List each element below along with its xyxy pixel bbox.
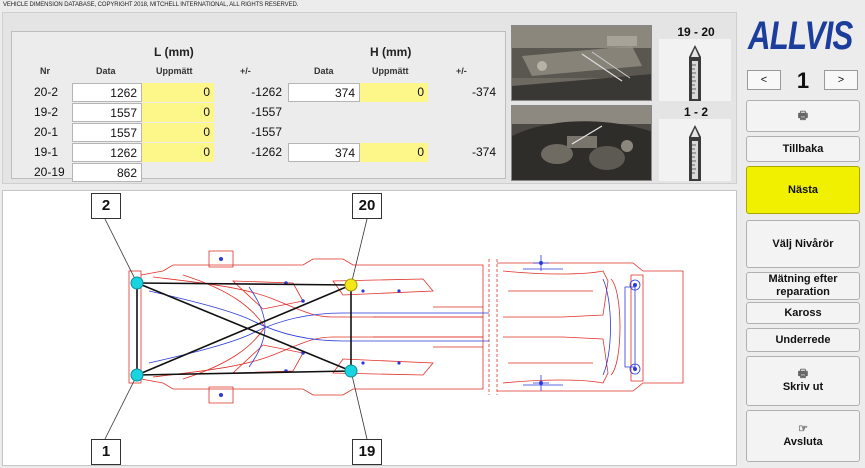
l-data-cell: 1557: [72, 103, 142, 122]
col-header-l-diff: +/-: [240, 66, 251, 76]
l-diff-cell: -1262: [251, 85, 282, 99]
prev-page-button[interactable]: <: [747, 70, 781, 90]
group-header-height: H (mm): [370, 45, 412, 59]
print-preview-button[interactable]: 🖶: [746, 100, 860, 132]
underrede-button[interactable]: Underrede: [746, 328, 860, 352]
l-diff-cell: -1557: [251, 105, 282, 119]
vehicle-photo-top[interactable]: [511, 25, 652, 101]
col-header-l-uppmatt: Uppmätt: [156, 66, 193, 76]
col-header-l-data: Data: [96, 66, 116, 76]
printer-icon: 🖶: [797, 368, 809, 380]
col-header-h-uppmatt: Uppmätt: [372, 66, 409, 76]
vehicle-photo-bottom-image: [512, 106, 651, 180]
h-diff-cell: -374: [471, 85, 496, 99]
l-data-cell: 1262: [72, 83, 142, 102]
avsluta-button[interactable]: ☞ Avsluta: [746, 410, 860, 462]
matning-efter-reparation-button[interactable]: Mätning efter reparation: [746, 272, 860, 300]
l-measured-cell[interactable]: 0: [142, 103, 214, 122]
copyright-text: VEHICLE DIMENSION DATABASE, COPYRIGHT 20…: [3, 2, 299, 8]
valj-nivaror-label: Välj Nivårör: [772, 237, 834, 250]
skriv-ut-label: Skriv ut: [782, 381, 824, 393]
nasta-button[interactable]: Nästa: [746, 166, 860, 214]
h-data-cell: 374: [288, 143, 360, 162]
page-number: 1: [796, 68, 810, 93]
vehicle-frame-diagram: 2 20 1 19: [2, 190, 737, 466]
l-measured-cell[interactable]: 0: [142, 83, 214, 102]
point-1-label[interactable]: 1: [91, 439, 121, 465]
app-window: { "copyright": "VEHICLE DIMENSION DATABA…: [0, 0, 865, 468]
tillbaka-button[interactable]: Tillbaka: [746, 136, 860, 162]
point-2-label[interactable]: 2: [91, 193, 121, 219]
ruler-bottom: [659, 119, 731, 181]
point-20-marker[interactable]: [344, 278, 358, 292]
allvis-logo: ALLVIS: [748, 14, 853, 58]
point-19-label[interactable]: 19: [352, 439, 382, 465]
l-data-cell: 1262: [72, 143, 142, 162]
avsluta-label: Avsluta: [783, 436, 823, 448]
ruler-bottom-graphic: [659, 119, 731, 181]
printer-icon: 🖶: [797, 109, 809, 122]
point-20-label[interactable]: 20: [352, 193, 382, 219]
matning-label: Mätning efter reparation: [768, 273, 838, 298]
h-measured-cell[interactable]: 0: [360, 143, 428, 162]
group-header-length: L (mm): [154, 45, 194, 59]
measurement-table: L (mm) H (mm) Nr Data Uppmätt +/- Data U…: [11, 31, 506, 182]
h-data-cell: 374: [288, 83, 360, 102]
col-header-h-diff: +/-: [456, 66, 467, 76]
col-header-nr: Nr: [40, 66, 51, 76]
point-1-marker[interactable]: [130, 368, 144, 382]
point-2-marker[interactable]: [130, 276, 144, 290]
ruler-top: [659, 39, 731, 101]
l-data-cell: 862: [72, 163, 142, 182]
skriv-ut-button[interactable]: 🖶 Skriv ut: [746, 356, 860, 406]
h-measured-cell[interactable]: 0: [360, 83, 428, 102]
ruler-top-graphic: [659, 39, 731, 101]
measurement-panel: L (mm) H (mm) Nr Data Uppmätt +/- Data U…: [2, 12, 737, 184]
vehicle-photo-top-image: [512, 26, 651, 100]
point-19-marker[interactable]: [344, 364, 358, 378]
frame-drawing: [104, 218, 684, 440]
valj-nivaror-button[interactable]: Välj Nivårör: [746, 220, 860, 268]
h-diff-cell: -374: [471, 145, 496, 159]
l-diff-cell: -1262: [251, 145, 282, 159]
ruler-bottom-label: 1 - 2: [683, 105, 708, 119]
tillbaka-label: Tillbaka: [782, 142, 824, 155]
l-diff-cell: -1557: [251, 125, 282, 139]
col-header-h-data: Data: [314, 66, 334, 76]
l-measured-cell[interactable]: 0: [142, 123, 214, 142]
vehicle-photo-bottom[interactable]: [511, 105, 652, 181]
next-page-button[interactable]: >: [824, 70, 858, 90]
underrede-label: Underrede: [775, 333, 831, 346]
kaross-button[interactable]: Kaross: [746, 302, 860, 324]
l-data-cell: 1557: [72, 123, 142, 142]
kaross-label: Kaross: [784, 306, 822, 319]
l-measured-cell[interactable]: 0: [142, 143, 214, 162]
nasta-label: Nästa: [788, 183, 818, 196]
ruler-top-label: 19 - 20: [677, 25, 715, 39]
pointing-hand-icon: ☞: [798, 423, 808, 435]
